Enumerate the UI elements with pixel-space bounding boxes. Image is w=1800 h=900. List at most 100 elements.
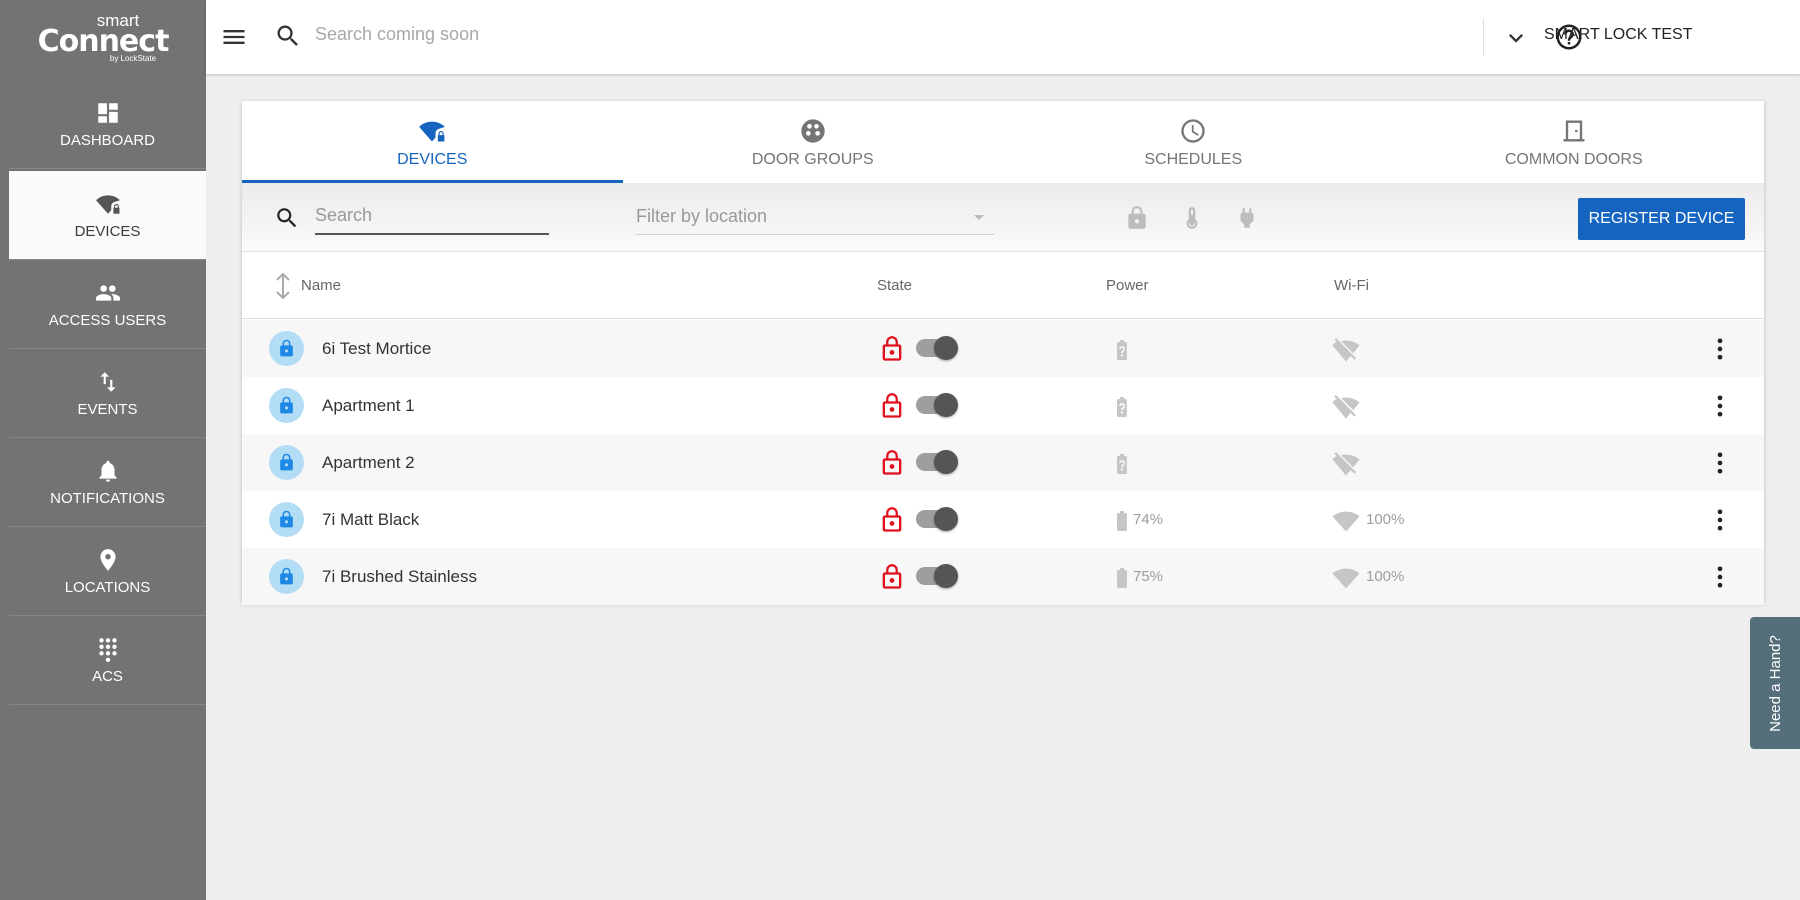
column-header-wifi: Wi-Fi [1334, 277, 1369, 294]
people-icon [95, 284, 120, 301]
device-search-input[interactable] [315, 197, 549, 235]
column-header-power: Power [1106, 277, 1149, 294]
device-name[interactable]: Apartment 2 [322, 453, 415, 473]
door-icon [1563, 120, 1585, 142]
device-name[interactable]: Apartment 1 [322, 396, 415, 416]
filter-bar: Filter by location REGISTER DEVICE [242, 183, 1764, 252]
plug-filter-icon[interactable] [1234, 205, 1260, 231]
battery-unknown-icon [1117, 340, 1127, 360]
tab-common-doors[interactable]: COMMON DOORS [1384, 101, 1765, 183]
table-row[interactable]: 7i Brushed Stainless 75% 100% [242, 548, 1764, 605]
lock-icon [280, 567, 293, 585]
need-a-hand-tab[interactable]: Need a Hand? [1750, 617, 1800, 749]
sidebar-item-devices[interactable]: DEVICES [9, 171, 206, 260]
swap-vertical-icon [99, 371, 116, 392]
more-vert-icon[interactable] [1706, 563, 1734, 591]
keypad-icon [98, 637, 117, 662]
logo-line2: Connect [37, 23, 170, 59]
tab-label: COMMON DOORS [1504, 151, 1643, 168]
wifi-lock-icon [95, 194, 120, 214]
hamburger-menu-icon[interactable] [220, 23, 248, 51]
devices-card: DEVICES DOOR GROUPS SCHEDULES COMMON DOO… [242, 101, 1765, 605]
wifi-icon [1332, 568, 1360, 589]
more-vert-icon[interactable] [1706, 335, 1734, 363]
lock-toggle[interactable] [916, 393, 958, 417]
device-avatar [269, 388, 304, 423]
tab-devices[interactable]: DEVICES [242, 101, 623, 183]
sidebar-item-label: ACS [92, 667, 123, 685]
device-name[interactable]: 7i Brushed Stainless [322, 567, 477, 587]
location-filter-select[interactable]: Filter by location [636, 197, 994, 235]
tab-door-groups[interactable]: DOOR GROUPS [623, 101, 1004, 183]
lock-icon [280, 396, 293, 414]
device-name[interactable]: 6i Test Mortice [322, 339, 431, 359]
column-header-name[interactable]: Name [301, 277, 341, 294]
clock-icon [1181, 119, 1205, 143]
sidebar-item-events[interactable]: EVENTS [9, 349, 206, 438]
device-avatar [269, 502, 304, 537]
power-value: 74% [1133, 511, 1164, 528]
dropdown-caret-icon [974, 215, 984, 220]
battery-unknown-icon [1117, 454, 1127, 474]
sidebar-item-label: NOTIFICATIONS [50, 489, 165, 507]
tab-schedules[interactable]: SCHEDULES [1003, 101, 1384, 183]
table-row[interactable]: 6i Test Mortice [242, 320, 1764, 377]
sidebar-item-label: DASHBOARD [59, 131, 156, 149]
table-row[interactable]: Apartment 1 [242, 377, 1764, 434]
more-vert-icon[interactable] [1706, 506, 1734, 534]
more-vert-icon[interactable] [1706, 392, 1734, 420]
lock-icon [280, 339, 293, 357]
battery-unknown-icon [1117, 397, 1127, 417]
locked-state-icon [882, 564, 902, 589]
sidebar: smart Connect by LockState DASHBOARD DEV… [0, 0, 206, 900]
table-row[interactable]: Apartment 2 [242, 434, 1764, 491]
locked-state-icon [882, 507, 902, 532]
wifi-off-icon [1332, 337, 1360, 362]
chevron-down-icon[interactable] [1502, 24, 1530, 52]
smart-connect-logo[interactable]: smart Connect by LockState [0, 0, 206, 74]
device-name[interactable]: 7i Matt Black [322, 510, 419, 530]
tab-label: DOOR GROUPS [751, 151, 874, 168]
locked-state-icon [882, 393, 902, 418]
sidebar-item-access-users[interactable]: ACCESS USERS [9, 260, 206, 349]
help-icon[interactable] [1554, 22, 1584, 52]
locked-state-icon [882, 336, 902, 361]
tab-label: SCHEDULES [1144, 151, 1243, 168]
map-pin-icon [99, 548, 116, 571]
sidebar-item-label: LOCATIONS [64, 578, 151, 596]
table-header: Name State Power Wi-Fi [242, 252, 1764, 319]
lock-toggle[interactable] [916, 564, 958, 588]
device-avatar [269, 559, 304, 594]
battery-icon [1117, 511, 1127, 531]
lock-icon [280, 453, 293, 471]
sidebar-item-label: EVENTS [77, 400, 138, 418]
global-search-input[interactable] [315, 24, 715, 45]
tab-label: DEVICES [397, 151, 468, 168]
register-device-button[interactable]: REGISTER DEVICE [1578, 198, 1745, 240]
lock-toggle[interactable] [916, 450, 958, 474]
sidebar-item-notifications[interactable]: NOTIFICATIONS [9, 438, 206, 527]
wifi-value: 100% [1366, 568, 1405, 585]
lock-toggle[interactable] [916, 336, 958, 360]
sidebar-item-locations[interactable]: LOCATIONS [9, 527, 206, 616]
more-vert-icon[interactable] [1706, 449, 1734, 477]
lock-icon [280, 510, 293, 528]
sidebar-item-dashboard[interactable]: DASHBOARD [9, 80, 206, 169]
lock-toggle[interactable] [916, 507, 958, 531]
wifi-lock-icon [419, 121, 446, 142]
thermometer-filter-icon[interactable] [1179, 205, 1205, 231]
locked-state-icon [882, 450, 902, 475]
device-avatar [269, 331, 304, 366]
help-tab-label: Need a Hand? [1766, 634, 1784, 732]
sort-icon[interactable] [272, 272, 294, 300]
table-row[interactable]: 7i Matt Black 74% 100% [242, 491, 1764, 548]
column-header-state: State [877, 277, 913, 294]
power-value: 75% [1133, 568, 1164, 585]
sidebar-item-label: ACCESS USERS [48, 311, 167, 329]
wifi-icon [1332, 511, 1360, 532]
sidebar-item-label: DEVICES [74, 222, 141, 240]
wifi-off-icon [1332, 451, 1360, 476]
lock-filter-icon[interactable] [1124, 205, 1150, 231]
sidebar-item-acs[interactable]: ACS [9, 616, 206, 705]
search-icon [277, 208, 297, 228]
